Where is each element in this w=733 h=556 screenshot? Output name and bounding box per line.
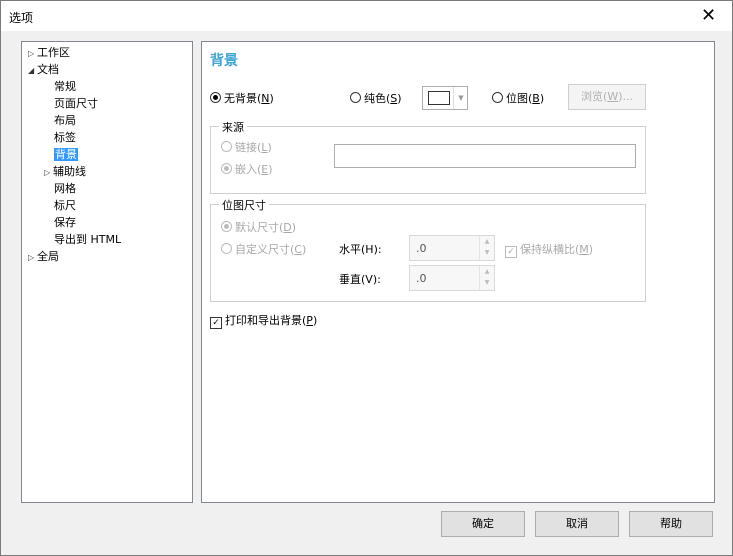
access-key: P xyxy=(306,314,313,327)
category-tree: ▷ 工作区 ◢ 文档 常规 页面尺寸 布局 标签 背景 ▷ 辅助线 网格 标尺 保存 … xyxy=(21,41,193,503)
radio-label: 链接( xyxy=(235,141,262,154)
link-radio[interactable]: 链接(L) xyxy=(221,139,272,155)
radio-label: 自定义尺寸( xyxy=(235,243,295,256)
radio-label-tail: ) xyxy=(301,243,307,256)
expand-arrow-icon[interactable]: ▷ xyxy=(28,253,37,262)
horizontal-spinner[interactable]: .0 ▲ ▼ xyxy=(409,235,495,261)
tree-item-export-html[interactable]: 导出到 HTML xyxy=(54,231,121,247)
title-bar: 选项 ✕ xyxy=(1,1,732,31)
access-key: W xyxy=(607,90,619,103)
page-title: 背景 xyxy=(210,53,238,69)
checkmark-icon: ✓ xyxy=(210,317,222,329)
embed-radio[interactable]: 嵌入(E) xyxy=(221,161,273,177)
tree-item-label: 背景 xyxy=(54,148,78,161)
color-picker[interactable]: ▼ xyxy=(422,86,468,110)
vertical-value: .0 xyxy=(416,272,427,285)
radio-label: 默认尺寸( xyxy=(235,221,284,234)
expand-arrow-icon[interactable]: ▷ xyxy=(44,168,53,177)
tree-item-layout[interactable]: 布局 xyxy=(54,112,76,128)
access-key: M xyxy=(579,243,589,256)
horizontal-value: .0 xyxy=(416,242,427,255)
tree-item-grid[interactable]: 网格 xyxy=(54,180,76,196)
ok-button[interactable]: 确定 xyxy=(441,511,525,537)
tree-item-label: 文档 xyxy=(37,63,59,76)
button-label: 浏览( xyxy=(581,90,608,103)
radio-unchecked-icon xyxy=(350,92,361,103)
radio-label-tail: ) xyxy=(268,163,273,176)
vertical-spinner[interactable]: .0 ▲ ▼ xyxy=(409,265,495,291)
expand-arrow-icon[interactable]: ▷ xyxy=(28,49,37,58)
collapse-arrow-icon[interactable]: ◢ xyxy=(28,66,37,75)
radio-label: 纯色( xyxy=(364,92,391,105)
close-icon[interactable]: ✕ xyxy=(701,5,716,26)
tree-item-background[interactable]: 背景 xyxy=(54,146,78,162)
radio-label-tail: ) xyxy=(267,141,272,154)
radio-unchecked-icon xyxy=(221,243,232,254)
radio-unchecked-icon xyxy=(492,92,503,103)
checkbox-label: 打印和导出背景( xyxy=(225,314,307,327)
access-key: D xyxy=(283,221,292,234)
tree-item-save[interactable]: 保存 xyxy=(54,214,76,230)
button-label-tail: )... xyxy=(618,90,633,103)
solid-color-radio[interactable]: 纯色(S) xyxy=(350,90,402,106)
tree-item-label: 辅助线 xyxy=(53,165,86,178)
horizontal-label: 水平(H): xyxy=(339,243,382,256)
source-legend: 来源 xyxy=(219,119,247,135)
radio-unchecked-icon xyxy=(221,141,232,152)
checkbox-label-tail: ) xyxy=(312,314,318,327)
radio-checked-icon xyxy=(210,92,221,103)
source-path-input[interactable] xyxy=(334,144,636,168)
access-key: N xyxy=(261,92,270,105)
radio-label: 嵌入( xyxy=(235,163,262,176)
bitmap-size-group: 位图尺寸 默认尺寸(D) 自定义尺寸(C) 水平(H): 垂直(V): .0 ▲… xyxy=(210,197,646,302)
tree-item-workspace[interactable]: ▷ 工作区 xyxy=(28,44,70,60)
radio-label-tail: ) xyxy=(291,221,297,234)
radio-label: 无背景( xyxy=(224,92,262,105)
tree-item-rulers[interactable]: 标尺 xyxy=(54,197,76,213)
window-title: 选项 xyxy=(9,11,34,25)
bitmap-radio[interactable]: 位图(B) xyxy=(492,90,544,106)
checkbox-label-tail: ) xyxy=(588,243,594,256)
tree-item-label: 全局 xyxy=(37,250,59,263)
tree-item-general[interactable]: 常规 xyxy=(54,78,76,94)
spinner-arrows-icon[interactable]: ▲ ▼ xyxy=(479,236,494,260)
access-key: B xyxy=(532,92,540,105)
tree-item-label: 工作区 xyxy=(37,46,70,59)
bitmap-size-legend: 位图尺寸 xyxy=(219,197,269,213)
chevron-down-icon[interactable]: ▼ xyxy=(453,87,468,109)
access-key: C xyxy=(294,243,302,256)
options-dialog: 选项 ✕ ▷ 工作区 ◢ 文档 常规 页面尺寸 布局 标签 背景 ▷ 辅助线 网格 标… xyxy=(0,0,733,556)
radio-label-tail: ) xyxy=(397,92,402,105)
vertical-label: 垂直(V): xyxy=(339,273,381,286)
cancel-button[interactable]: 取消 xyxy=(535,511,619,537)
color-swatch xyxy=(428,91,450,105)
tree-item-label-page[interactable]: 标签 xyxy=(54,129,76,145)
print-export-background-checkbox[interactable]: ✓ 打印和导出背景(P) xyxy=(210,312,317,329)
radio-label-tail: ) xyxy=(539,92,545,105)
browse-button[interactable]: 浏览(W)... xyxy=(568,84,646,110)
help-button[interactable]: 帮助 xyxy=(629,511,713,537)
tree-item-guidelines[interactable]: ▷ 辅助线 xyxy=(44,163,86,179)
tree-item-global[interactable]: ▷ 全局 xyxy=(28,248,59,264)
checkmark-icon: ✓ xyxy=(505,246,517,258)
settings-panel: 背景 无背景(N) 纯色(S) ▼ 位图(B) 浏览(W)... 来源 链接(L… xyxy=(201,41,715,503)
radio-checked-icon xyxy=(221,163,232,174)
custom-size-radio[interactable]: 自定义尺寸(C) xyxy=(221,241,306,257)
spinner-arrows-icon[interactable]: ▲ ▼ xyxy=(479,266,494,290)
default-size-radio[interactable]: 默认尺寸(D) xyxy=(221,219,296,235)
tree-item-page-size[interactable]: 页面尺寸 xyxy=(54,95,98,111)
keep-aspect-ratio-checkbox[interactable]: ✓ 保持纵横比(M) xyxy=(505,241,593,258)
no-background-radio[interactable]: 无背景(N) xyxy=(210,90,274,106)
checkbox-label: 保持纵横比( xyxy=(520,243,580,256)
tree-item-document[interactable]: ◢ 文档 xyxy=(28,61,59,77)
radio-label-tail: ) xyxy=(269,92,274,105)
radio-checked-icon xyxy=(221,221,232,232)
radio-label: 位图( xyxy=(506,92,533,105)
